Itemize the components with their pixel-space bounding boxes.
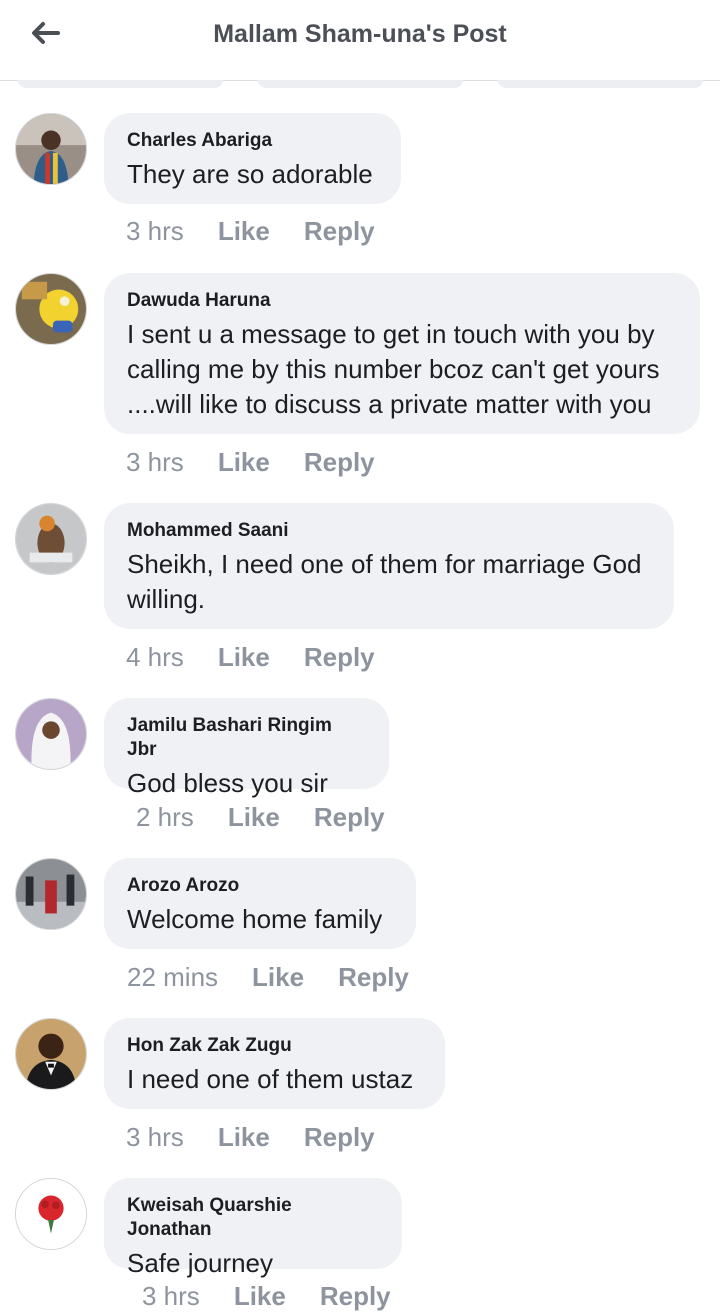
comment-actions: 3 hrs Like Reply bbox=[126, 216, 375, 247]
like-button[interactable]: Like bbox=[228, 802, 280, 833]
comment-time: 4 hrs bbox=[126, 642, 184, 672]
comment-text: Sheikh, I need one of them for marriage … bbox=[127, 549, 642, 614]
like-button[interactable]: Like bbox=[218, 216, 270, 247]
previous-comment-edge bbox=[498, 80, 703, 88]
comment-bubble[interactable]: Mohammed Saani Sheikh, I need one of the… bbox=[104, 503, 674, 629]
comment-actions: 3 hrs Like Reply bbox=[126, 1122, 375, 1153]
like-button[interactable]: Like bbox=[234, 1281, 286, 1312]
commenter-name[interactable]: Hon Zak Zak Zugu bbox=[127, 1034, 421, 1058]
reply-button[interactable]: Reply bbox=[304, 447, 375, 478]
previous-comment-edge bbox=[18, 80, 223, 88]
commenter-name[interactable]: Kweisah Quarshie Jonathan bbox=[127, 1194, 378, 1242]
comment-text: I sent u a message to get in touch with … bbox=[127, 319, 660, 419]
comment-bubble[interactable]: Charles Abariga They are so adorable bbox=[104, 113, 401, 204]
reply-button[interactable]: Reply bbox=[304, 216, 375, 247]
comment-bubble[interactable]: Arozo Arozo Welcome home family bbox=[104, 858, 416, 949]
reply-button[interactable]: Reply bbox=[304, 1122, 375, 1153]
comment-time: 3 hrs bbox=[126, 447, 184, 477]
commenter-name[interactable]: Mohammed Saani bbox=[127, 519, 650, 543]
like-button[interactable]: Like bbox=[252, 962, 304, 993]
avatar[interactable] bbox=[15, 858, 87, 930]
comment-bubble[interactable]: Dawuda Haruna I sent u a message to get … bbox=[104, 273, 700, 434]
comment-actions: 3 hrs Like Reply bbox=[126, 447, 375, 478]
comment-time: 2 hrs bbox=[136, 802, 194, 832]
avatar[interactable] bbox=[15, 113, 87, 185]
like-button[interactable]: Like bbox=[218, 642, 270, 673]
commenter-name[interactable]: Charles Abariga bbox=[127, 129, 377, 153]
page-title: Mallam Sham-una's Post bbox=[213, 20, 507, 48]
comment-actions: 2 hrs Like Reply bbox=[136, 802, 385, 833]
reply-button[interactable]: Reply bbox=[314, 802, 385, 833]
comment-bubble[interactable]: Kweisah Quarshie Jonathan Safe journey bbox=[104, 1178, 402, 1278]
comment-actions: 3 hrs Like Reply bbox=[142, 1281, 391, 1312]
comment-time: 3 hrs bbox=[126, 1122, 184, 1152]
like-button[interactable]: Like bbox=[218, 447, 270, 478]
reply-button[interactable]: Reply bbox=[338, 962, 409, 993]
commenter-name[interactable]: Jamilu Bashari Ringim Jbr bbox=[127, 714, 365, 762]
comment-time: 3 hrs bbox=[142, 1281, 200, 1311]
commenter-name[interactable]: Arozo Arozo bbox=[127, 874, 392, 898]
avatar[interactable] bbox=[15, 698, 87, 770]
comment-time: 3 hrs bbox=[126, 216, 184, 246]
comment-bubble[interactable]: Hon Zak Zak Zugu I need one of them usta… bbox=[104, 1018, 445, 1109]
comment-time: 22 mins bbox=[127, 962, 219, 992]
avatar[interactable] bbox=[15, 1178, 87, 1250]
comment-text: Welcome home family bbox=[127, 904, 383, 934]
avatar[interactable] bbox=[15, 273, 87, 345]
reply-button[interactable]: Reply bbox=[304, 642, 375, 673]
comment-text: They are so adorable bbox=[127, 159, 373, 189]
comment-text: I need one of them ustaz bbox=[127, 1064, 414, 1094]
reply-button[interactable]: Reply bbox=[320, 1281, 391, 1312]
comment-bubble[interactable]: Jamilu Bashari Ringim Jbr God bless you … bbox=[104, 698, 389, 798]
avatar[interactable] bbox=[15, 503, 87, 575]
comment-actions: 4 hrs Like Reply bbox=[126, 642, 375, 673]
avatar[interactable] bbox=[15, 1018, 87, 1090]
like-button[interactable]: Like bbox=[218, 1122, 270, 1153]
previous-comment-edge bbox=[258, 80, 463, 88]
comment-text: God bless you sir bbox=[127, 768, 328, 798]
commenter-name[interactable]: Dawuda Haruna bbox=[127, 289, 676, 313]
comment-text: Safe journey bbox=[127, 1248, 273, 1278]
top-bar: Mallam Sham-una's Post bbox=[0, 0, 720, 81]
comment-actions: 22 mins Like Reply bbox=[127, 962, 409, 993]
